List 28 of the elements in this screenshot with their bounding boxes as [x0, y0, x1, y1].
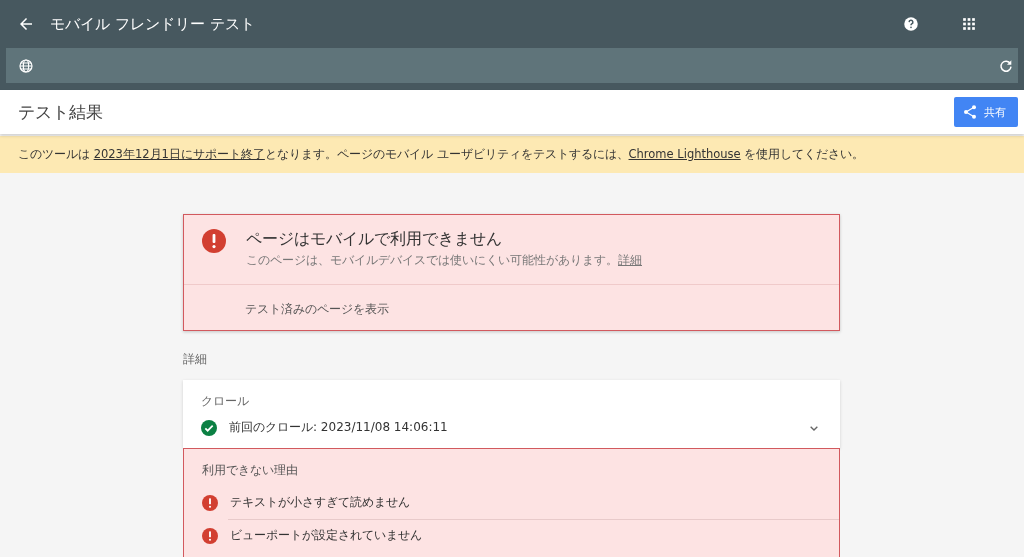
share-icon: [962, 104, 978, 120]
last-crawl-text: 前回のクロール: 2023/11/08 14:06:11: [229, 419, 448, 436]
view-tested-page-link[interactable]: テスト済みのページを表示: [245, 302, 389, 316]
result-description: このページは、モバイルデバイスでは使いにくい可能性があります。詳細: [246, 253, 642, 268]
help-icon[interactable]: [902, 15, 920, 33]
error-icon: [202, 229, 226, 253]
url-field[interactable]: [6, 48, 1018, 83]
notice-text: となります。ページのモバイル ユーザビリティをテストするには、: [264, 147, 629, 161]
check-icon: [201, 419, 217, 436]
notice-link[interactable]: Chrome Lighthouse: [628, 147, 741, 161]
crawl-label: クロール: [201, 394, 250, 409]
app-title: モバイル フレンドリー テスト: [50, 14, 255, 34]
reason-text[interactable]: テキストが小さすぎて読めません: [230, 494, 410, 511]
details-link[interactable]: 詳細: [618, 253, 642, 267]
notice-text: を使用してください。: [743, 147, 865, 161]
globe-icon: [18, 57, 34, 74]
reason-text[interactable]: ビューポートが設定されていません: [230, 527, 422, 544]
section-heading: 詳細: [183, 352, 208, 367]
notice-link[interactable]: 2023年12月1日にサポート終了: [93, 147, 265, 161]
result-title: ページはモバイルで利用できません: [246, 229, 503, 250]
notice-text: このツールは: [18, 147, 91, 161]
error-icon: [202, 494, 218, 511]
page-title: テスト結果: [18, 100, 104, 124]
reasons-label: 利用できない理由: [202, 463, 299, 478]
error-icon: [202, 527, 218, 544]
apps-grid-icon[interactable]: [960, 15, 978, 33]
reload-icon[interactable]: [998, 57, 1014, 74]
share-button[interactable]: 共有: [954, 97, 1018, 127]
